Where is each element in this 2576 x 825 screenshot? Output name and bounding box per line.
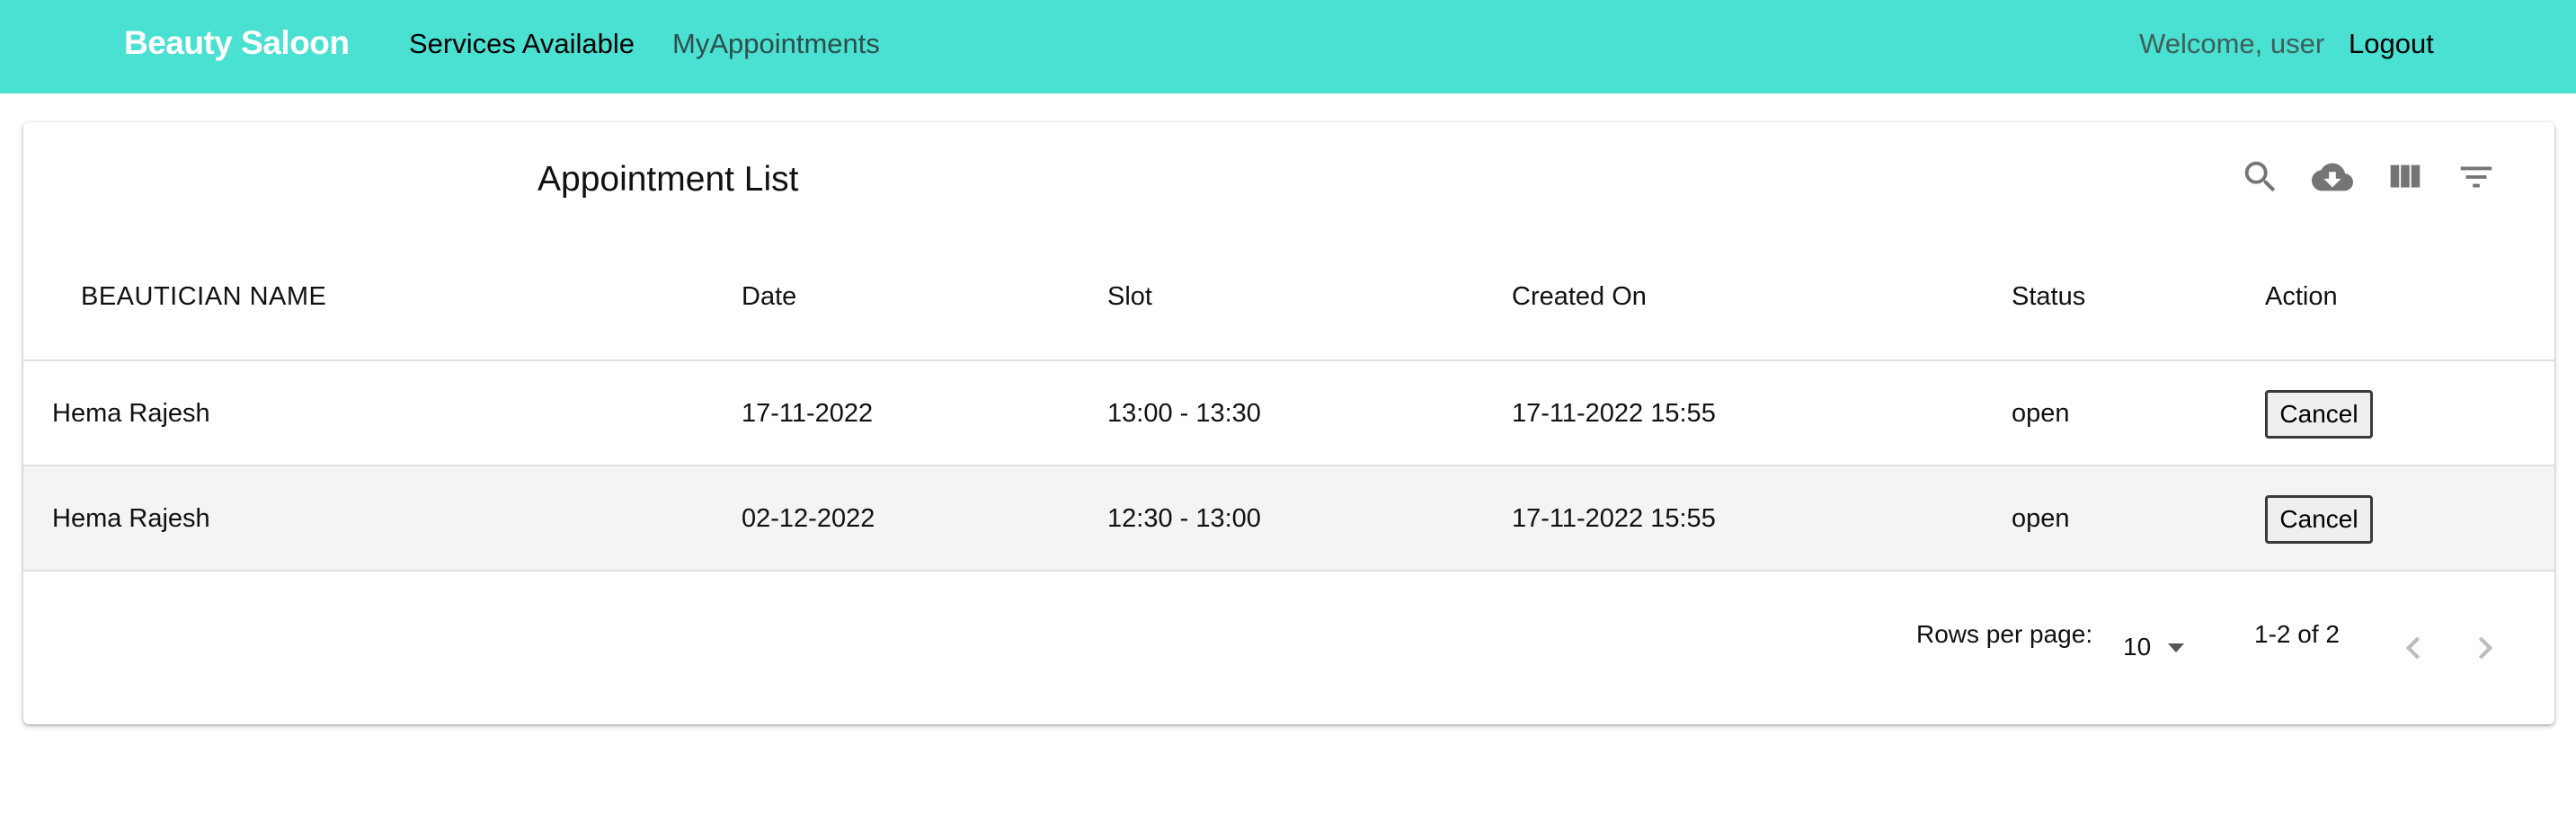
cloud-download-icon[interactable] <box>2312 156 2353 198</box>
cell-beautician: Hema Rajesh <box>52 504 210 533</box>
nav-link-services-available[interactable]: Services Available <box>409 28 635 60</box>
cancel-button[interactable]: Cancel <box>2265 390 2373 439</box>
pagination-range: 1-2 of 2 <box>2254 620 2340 648</box>
rows-per-page-value: 10 <box>2123 633 2152 661</box>
previous-page-button[interactable] <box>2391 625 2436 670</box>
column-header-slot[interactable]: Slot <box>1107 282 1152 312</box>
table-title: Appointment List <box>537 160 799 199</box>
cell-created-on: 17-11-2022 15:55 <box>1512 399 1716 428</box>
cell-date: 02-12-2022 <box>742 504 875 533</box>
cell-created-on: 17-11-2022 15:55 <box>1512 504 1716 533</box>
top-navbar: Beauty Saloon Services Available MyAppoi… <box>0 0 2576 93</box>
welcome-text: Welcome, user <box>2139 28 2325 59</box>
column-header-date[interactable]: Date <box>742 282 796 312</box>
appointment-table-card: Appointment List BEAUTICIAN NAME Date Sl… <box>23 122 2554 724</box>
search-icon[interactable] <box>2240 156 2281 198</box>
cell-date: 17-11-2022 <box>742 399 874 428</box>
chevron-left-icon <box>2405 636 2421 660</box>
view-columns-icon[interactable] <box>2384 156 2425 198</box>
cell-slot: 12:30 - 13:00 <box>1107 504 1261 533</box>
cell-status: open <box>2012 399 2070 428</box>
rows-per-page-label: Rows per page: <box>1916 620 2093 648</box>
chevron-right-icon <box>2478 636 2493 660</box>
brand-logo[interactable]: Beauty Saloon <box>124 24 350 62</box>
cell-beautician: Hema Rajesh <box>52 399 210 428</box>
column-header-created-on[interactable]: Created On <box>1512 282 1647 312</box>
column-header-action: Action <box>2265 282 2338 311</box>
column-header-status[interactable]: Status <box>2012 282 2085 312</box>
cell-status: open <box>2012 504 2070 533</box>
caret-down-icon <box>2168 643 2184 652</box>
table-row: Hema Rajesh 17-11-2022 13:00 - 13:30 17-… <box>23 361 2554 466</box>
logout-link[interactable]: Logout <box>2349 28 2434 60</box>
filter-icon[interactable] <box>2456 156 2497 198</box>
column-header-beautician-name[interactable]: BEAUTICIAN NAME <box>81 282 326 312</box>
rows-per-page-select[interactable]: 10 <box>2123 627 2195 667</box>
cancel-button[interactable]: Cancel <box>2265 495 2373 544</box>
next-page-button[interactable] <box>2463 625 2508 670</box>
cell-slot: 13:00 - 13:30 <box>1107 399 1261 428</box>
nav-link-my-appointments[interactable]: MyAppointments <box>672 28 880 60</box>
table-row: Hema Rajesh 02-12-2022 12:30 - 13:00 17-… <box>23 466 2554 572</box>
